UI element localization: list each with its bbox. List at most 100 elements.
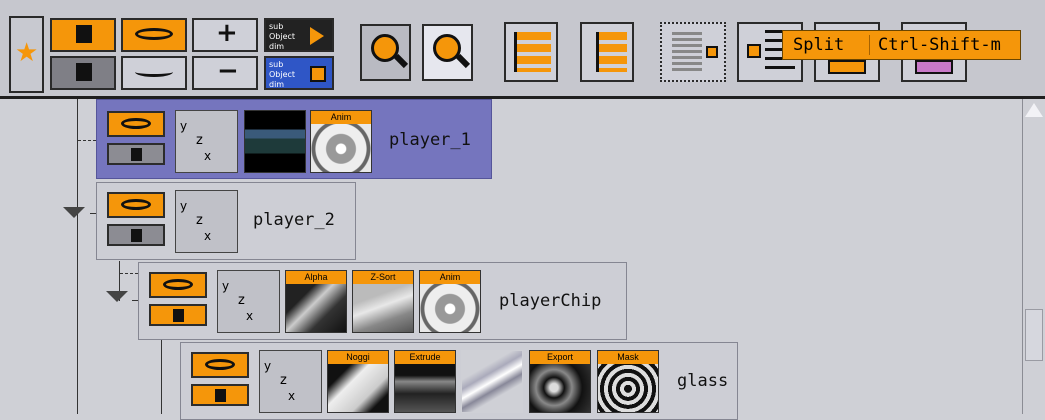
axis-x: x [246,309,254,323]
tree-node-glass[interactable]: y z x Noggi Extrude Export Mask glass [180,342,738,420]
eye-icon [205,359,235,370]
merge-icon [672,32,702,72]
axis-y: y [180,119,188,133]
tree-node-player-1[interactable]: y z x Anim player_1 [96,99,492,179]
person-icon [76,25,92,43]
split-tooltip: Split Ctrl-Shift-m [782,30,1021,60]
person-toggle[interactable] [107,224,165,246]
scene-tree[interactable]: y z x Anim player_1 y z x player_2 y z x… [0,99,1022,420]
plugin-tag: Anim [420,271,480,284]
scrollbar-thumb[interactable] [1025,309,1043,361]
plugin-tag: Mask [598,351,658,364]
eye-icon [121,199,151,210]
visibility-eye-toggle[interactable] [149,272,207,298]
plugin-tag: Anim [311,111,371,124]
eye-icon [135,28,173,40]
texture-thumbnail[interactable] [244,110,306,173]
transform-axis-icon[interactable]: y z x [259,350,322,413]
vertical-scrollbar[interactable] [1022,99,1045,414]
hierarchy-icon [596,32,627,72]
transform-axis-icon[interactable]: y z x [175,190,238,253]
person-icon [173,309,184,322]
expand-button[interactable]: + [192,18,258,52]
tree-node-player-2[interactable]: y z x player_2 [96,182,356,260]
person-toggle[interactable] [149,304,207,326]
transform-axis-icon[interactable]: y z x [217,270,280,333]
zoom-in-button[interactable] [422,24,473,81]
tree-view-button-1[interactable] [504,22,558,82]
zoom-handle [393,53,409,69]
toolbar: ★ + − sub Object dim sub Object dim Spli… [0,0,1045,96]
sub-object-dim-label: sub Object dim [269,22,296,51]
tree-node-playerchip[interactable]: y z x Alpha Z-Sort Anim playerChip [138,262,627,340]
export-plugin-thumbnail[interactable]: Export [529,350,591,413]
sub-object-dim-button-1[interactable]: sub Object dim [264,18,334,52]
tooltip-shortcut: Ctrl-Shift-m [869,35,1001,55]
node-label: playerChip [499,291,602,311]
anim-plugin-thumbnail[interactable]: Anim [419,270,481,333]
group-icon [828,60,866,74]
axis-y: y [264,359,272,373]
collapse-button[interactable]: − [192,56,258,90]
merge-target-icon [706,46,718,58]
person-icon [131,148,142,161]
plugin-tag: Alpha [286,271,346,284]
axis-z: z [238,293,245,308]
ungroup-icon [915,60,953,74]
square-icon [310,66,326,82]
visibility-eye-toggle[interactable] [107,111,165,137]
node-label: player_2 [253,210,335,230]
hide-eye-button[interactable] [121,56,187,90]
plugin-tag: Noggi [328,351,388,364]
expand-triangle-icon[interactable] [106,291,128,302]
transform-axis-icon[interactable]: y z x [175,110,238,173]
show-eye-button[interactable] [121,18,187,52]
visibility-eye-toggle[interactable] [107,192,165,218]
plugin-tag: Export [530,351,590,364]
minus-icon: − [217,56,239,86]
person-toggle[interactable] [191,384,249,406]
person-icon [131,229,142,242]
zoom-handle [455,53,471,69]
eye-icon [121,118,151,129]
arrow-right-icon [310,27,324,45]
axis-z: z [196,213,203,228]
star-icon: ★ [15,38,39,68]
scroll-up-arrow-icon[interactable] [1025,103,1043,117]
extrude-plugin-thumbnail[interactable]: Extrude [394,350,456,413]
tooltip-action: Split [793,35,845,55]
hierarchy-icon [514,32,551,72]
tree-view-button-2[interactable] [580,22,634,82]
favorite-star-button[interactable]: ★ [9,16,44,93]
expand-triangle-icon[interactable] [63,207,85,218]
alpha-plugin-thumbnail[interactable]: Alpha [285,270,347,333]
mask-plugin-thumbnail[interactable]: Mask [597,350,659,413]
tree-line [161,329,162,414]
visibility-eye-toggle[interactable] [191,352,249,378]
axis-y: y [180,199,188,213]
person-icon [215,389,226,402]
tree-line [77,99,78,414]
plugin-tag: Extrude [395,351,455,364]
tree-line [120,273,138,274]
axis-x: x [288,389,296,403]
show-person-button[interactable] [50,18,116,52]
axis-x: x [204,149,212,163]
sub-object-dim-button-2[interactable]: sub Object dim [264,56,334,90]
noggi-plugin-thumbnail[interactable]: Noggi [327,350,389,413]
merge-button[interactable] [660,22,726,82]
plugin-tag: Z-Sort [353,271,413,284]
tree-line [78,140,96,141]
person-icon [76,63,92,81]
hide-person-button[interactable] [50,56,116,90]
glass-texture-thumbnail[interactable] [461,350,523,413]
person-toggle[interactable] [107,143,165,165]
axis-z: z [196,133,203,148]
z-sort-plugin-thumbnail[interactable]: Z-Sort [352,270,414,333]
zoom-out-button[interactable] [360,24,411,81]
axis-y: y [222,279,230,293]
plus-icon: + [216,18,238,48]
split-icon [747,44,761,58]
node-label: player_1 [389,130,471,150]
anim-plugin-thumbnail[interactable]: Anim [310,110,372,173]
